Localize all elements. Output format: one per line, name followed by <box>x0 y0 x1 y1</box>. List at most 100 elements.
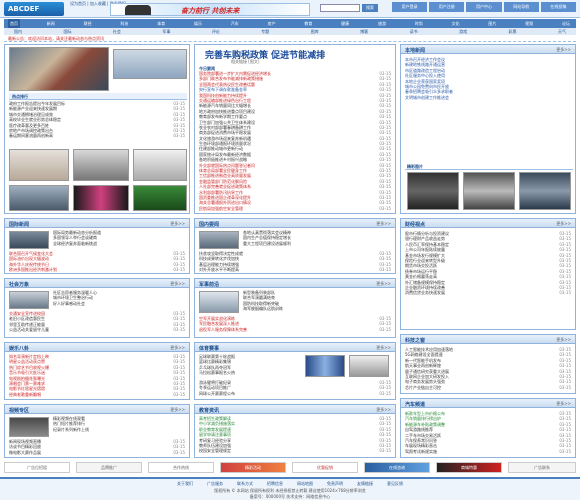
logo[interactable]: ABCDEF <box>4 2 64 16</box>
headline-subtitle[interactable]: 相关链接 [图文] <box>231 59 259 65</box>
footer-link[interactable]: 友情链接 <box>357 481 373 487</box>
site-nav-link[interactable]: 网站导航 <box>503 2 539 12</box>
list-item[interactable]: 经典老歌重新翻唱 03-15 <box>9 392 185 397</box>
list-item[interactable]: 驾照考试新规实施 03-15 <box>405 449 571 454</box>
sub-nav-item[interactable]: 社会 <box>113 28 121 35</box>
footer-link[interactable]: 免责声明 <box>327 481 343 487</box>
more-link[interactable]: 更多>> <box>376 281 391 287</box>
footer-link[interactable]: 意见反馈 <box>387 481 403 487</box>
top-link-home[interactable]: 设为首页 <box>70 1 86 6</box>
list-item[interactable]: 全球经济复苏面临新挑战 <box>53 241 185 246</box>
photo-3[interactable] <box>133 149 187 181</box>
nav-item-home[interactable]: 首页 <box>8 19 20 28</box>
more-link[interactable]: 更多>> <box>556 47 571 53</box>
featured-photo[interactable] <box>9 47 109 91</box>
photo-5[interactable] <box>73 185 129 211</box>
nav-item-tech[interactable]: 科技 <box>118 19 130 28</box>
nav-item-finance[interactable]: 财经 <box>82 19 94 28</box>
section-photo-2[interactable] <box>349 355 389 377</box>
nav-item-photo[interactable]: 图片 <box>486 19 498 28</box>
nav-item-bbs[interactable]: 论坛 <box>560 19 572 28</box>
section-photo[interactable] <box>9 291 49 309</box>
section-photo[interactable] <box>199 231 239 249</box>
right-photo-1[interactable] <box>407 172 459 210</box>
more-link[interactable]: 更多>> <box>556 221 571 227</box>
photo-4[interactable] <box>9 185 69 211</box>
video-thumb[interactable] <box>9 417 49 437</box>
more-link[interactable]: 更多>> <box>170 281 185 287</box>
list-item[interactable]: 消费信贷业务快速发展 03-15 <box>405 290 571 295</box>
list-item[interactable]: 公益活动关爱留守儿童 03-15 <box>9 327 185 332</box>
ad-banner[interactable]: 优惠促销 <box>292 462 358 473</box>
list-item[interactable]: 民航局加强航空安全管理 03-15 <box>199 206 391 211</box>
list-item[interactable]: 马拉松赛事报名火热 <box>199 370 299 375</box>
nav-item-sports[interactable]: 体育 <box>155 19 167 28</box>
ad-banner[interactable]: 合作热线 <box>148 462 214 473</box>
sub-nav-item[interactable]: 读书 <box>410 28 418 35</box>
sub-nav-item[interactable]: 博客 <box>360 28 368 35</box>
sub-nav-item[interactable]: 彩票 <box>509 28 517 35</box>
nav-item-edu[interactable]: 教育 <box>302 19 314 28</box>
more-link[interactable]: 更多>> <box>170 345 185 351</box>
notice-text[interactable]: 最新公告：欢迎访问本站，请关注最新动态与热点资讯 <box>8 36 104 42</box>
more-link[interactable]: 更多>> <box>170 221 185 227</box>
nav-item-health[interactable]: 健康 <box>339 19 351 28</box>
more-link[interactable]: 更多>> <box>376 221 391 227</box>
list-item[interactable]: 对外开放水平不断提高 03-15 <box>199 267 391 272</box>
list-item[interactable]: 纪录片系列新作上线 <box>53 427 185 432</box>
photo-2[interactable] <box>73 149 129 181</box>
sub-nav-item[interactable]: 天气 <box>558 28 566 35</box>
search-button[interactable]: 搜索 <box>362 4 378 12</box>
more-link[interactable]: 更多>> <box>376 345 391 351</box>
footer-link[interactable]: 关于我们 <box>177 481 193 487</box>
ad-banner[interactable]: 品牌推广 <box>76 462 142 473</box>
list-item[interactable]: 校园安全管理规定 03-15 <box>199 448 391 453</box>
ad-banner[interactable]: 广告联系 <box>508 462 576 473</box>
sub-nav-item[interactable]: 图库 <box>311 28 319 35</box>
section-photo[interactable] <box>305 355 345 377</box>
nav-item-ent[interactable]: 娱乐 <box>192 19 204 28</box>
right-photo-2[interactable] <box>463 172 515 210</box>
sub-nav-item[interactable]: 游戏 <box>459 28 467 35</box>
search-input[interactable] <box>320 4 360 12</box>
sub-nav-item[interactable]: 国内 <box>14 28 22 35</box>
user-login-link[interactable]: 用户登录 <box>392 2 428 12</box>
list-item[interactable]: 重大工程项目建设进展顺利 <box>243 241 391 246</box>
ad-banner[interactable]: 精彩活动 <box>220 462 286 473</box>
photo-6[interactable] <box>133 185 187 211</box>
list-item[interactable]: 文明城市创建工作推进会 <box>405 95 571 100</box>
more-link[interactable]: 更多>> <box>556 337 571 343</box>
list-item[interactable]: 网球公开赛赛程公布 03-15 <box>199 391 391 396</box>
submit-link[interactable]: 在线投稿 <box>540 2 577 12</box>
sub-nav-item[interactable]: 专题 <box>261 28 269 35</box>
more-link[interactable]: 更多>> <box>170 407 185 413</box>
list-item[interactable]: 退役军人服务保障体系完善 03-15 <box>199 327 391 332</box>
list-item[interactable]: 春运期间客流量再创新高 03-15 <box>9 133 185 138</box>
nav-item-auto[interactable]: 汽车 <box>229 19 241 28</box>
footer-link[interactable]: 招聘信息 <box>267 481 283 487</box>
ad-banner[interactable]: 商城特惠 <box>436 462 502 473</box>
sub-nav-item[interactable]: 国际 <box>63 28 71 35</box>
sub-nav-item[interactable]: 军事 <box>162 28 170 35</box>
photo-1[interactable] <box>9 149 69 181</box>
footer-link[interactable]: 联系方式 <box>237 481 253 487</box>
footer-link[interactable]: 网站地图 <box>297 481 313 487</box>
sub-nav-item[interactable]: 评论 <box>212 28 220 35</box>
footer-link[interactable]: 广告服务 <box>207 481 223 487</box>
nav-item-video[interactable]: 视频 <box>523 19 535 28</box>
more-link[interactable]: 更多>> <box>376 407 391 413</box>
nav-item-fashion[interactable]: 时尚 <box>413 19 425 28</box>
ad-banner[interactable]: 在线咨询 <box>364 462 430 473</box>
ad-banner[interactable]: 广告位招租 <box>4 462 70 473</box>
section-photo[interactable] <box>199 291 239 313</box>
list-item[interactable]: 好人好事感动社会 <box>53 301 185 306</box>
user-center-link[interactable]: 用户中心 <box>466 2 502 12</box>
nav-item-culture[interactable]: 文化 <box>450 19 462 28</box>
nav-item-travel[interactable]: 旅游 <box>376 19 388 28</box>
list-item[interactable]: 芯片产业链自主可控 03-15 <box>405 385 571 390</box>
list-item[interactable]: 微电影大赛作品展 03-15 <box>9 450 185 455</box>
nav-item-house[interactable]: 房产 <box>266 19 278 28</box>
list-item[interactable]: 海军舰艇编队远航训练 <box>243 306 391 311</box>
small-thumb[interactable] <box>113 49 187 79</box>
top-link-fav[interactable]: 加入收藏 <box>90 1 106 6</box>
